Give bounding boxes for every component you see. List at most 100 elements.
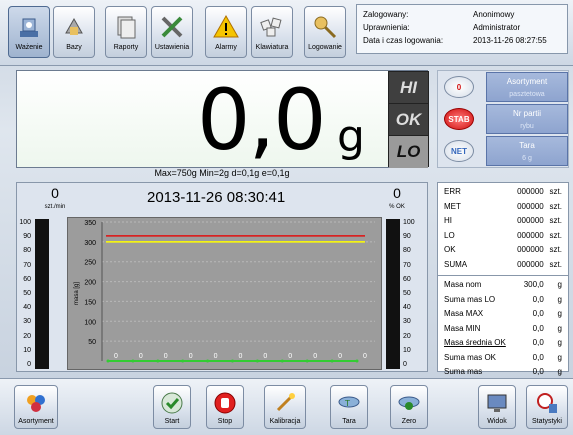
piece-counters: ERR 000000 szt. MET 000000 szt. HI 000000 szt… bbox=[438, 183, 568, 272]
start-check-icon bbox=[161, 392, 183, 414]
view-button[interactable]: Widok bbox=[478, 385, 516, 429]
assortment-select-button[interactable]: Asortyment bbox=[14, 385, 58, 429]
scale-tick-label: 70 bbox=[23, 261, 31, 269]
scale-tick-label: 10 bbox=[403, 346, 411, 354]
toolbar-button-raporty[interactable]: Raporty bbox=[105, 6, 147, 58]
counter-value: 000000 bbox=[517, 230, 544, 240]
counter-label: HI bbox=[444, 216, 452, 225]
bottom-toolbar: Asortyment Start Stop Kalibracja T Tara … bbox=[0, 378, 573, 435]
data-label: 0 bbox=[263, 353, 267, 360]
calibration-button[interactable]: Kalibracja bbox=[264, 385, 306, 429]
y-tick-label: 250 bbox=[84, 260, 96, 267]
indicator-lo: LO bbox=[389, 136, 428, 168]
divider bbox=[438, 275, 568, 276]
toolbar-button-klawiatura[interactable]: Klawiatura bbox=[251, 6, 293, 58]
counter-value: 0,0 bbox=[532, 309, 544, 318]
toolbar-button-wazenie[interactable]: Ważenie bbox=[8, 6, 50, 58]
status-row: STAB Nr partii rybu bbox=[438, 103, 570, 135]
zero-icon bbox=[398, 396, 420, 410]
y-tick-label: 200 bbox=[84, 280, 96, 287]
counter-label: OK bbox=[444, 245, 456, 254]
zero-badge: 0 bbox=[444, 76, 474, 98]
scale-parameters: Max=750g Min=2g d=0,1g e=0,1g bbox=[154, 168, 290, 178]
tare-button[interactable]: Tara 6 g bbox=[486, 136, 568, 166]
data-point bbox=[255, 359, 259, 363]
toolbar-button-logowanie[interactable]: Logowanie bbox=[304, 6, 346, 58]
statistics-button[interactable]: Statystyki bbox=[526, 385, 568, 429]
button-label: Widok bbox=[487, 418, 507, 425]
weight-value: 0,0 bbox=[197, 71, 327, 169]
toolbar-button-bazy[interactable]: Bazy bbox=[53, 6, 95, 58]
toolbar-button-alarmy[interactable]: Alarmy bbox=[205, 6, 247, 58]
scale-tick-label: 10 bbox=[23, 346, 31, 354]
tare-icon: T bbox=[338, 396, 360, 408]
database-icon bbox=[65, 17, 83, 35]
products-icon bbox=[27, 395, 45, 412]
login-key: Zalogowany: bbox=[363, 10, 409, 19]
settings-tools-icon bbox=[161, 16, 183, 38]
data-point bbox=[106, 359, 110, 363]
data-label: 0 bbox=[164, 353, 168, 360]
counter-value: 000000 bbox=[517, 201, 544, 211]
login-key: Data i czas logowania: bbox=[363, 36, 444, 45]
stab-badge: STAB bbox=[444, 108, 474, 130]
top-toolbar: Ważenie Bazy Raporty Ustawienia Alarmy K… bbox=[0, 0, 573, 66]
batch-value: rybu bbox=[520, 123, 534, 130]
counter-label: Suma mas OK bbox=[444, 352, 497, 362]
net-badge: NET bbox=[444, 140, 474, 162]
toolbar-label: Klawiatura bbox=[255, 44, 289, 51]
toolbar-button-ustawienia[interactable]: Ustawienia bbox=[151, 6, 193, 58]
stop-button[interactable]: Stop bbox=[206, 385, 244, 429]
counter-value: 0,0 bbox=[532, 367, 544, 376]
mass-counters: Masa nom 300,0 g Suma mas LO 0,0 g Masa MAX 0… bbox=[438, 278, 568, 380]
counter-unit: szt. bbox=[549, 259, 562, 269]
login-info: Zalogowany: Anonimowy Uprawnienia: Adminis… bbox=[356, 4, 568, 54]
counter-label: LO bbox=[444, 230, 455, 240]
rate-scale: 100 90 80 70 60 50 40 30 20 10 0 bbox=[19, 217, 31, 369]
data-point bbox=[355, 359, 359, 363]
rate-readout: 0 szt./min bbox=[35, 186, 75, 214]
login-key-icon bbox=[314, 16, 337, 39]
indicator-ok: OK bbox=[389, 104, 428, 136]
counter-value-group: 000000 szt. bbox=[517, 185, 562, 200]
scale-tick-label: 80 bbox=[23, 247, 31, 255]
counter-unit: g bbox=[557, 294, 562, 304]
zero-action-button[interactable]: Zero bbox=[390, 385, 428, 429]
data-point bbox=[206, 359, 210, 363]
counter-value-group: 000000 szt. bbox=[517, 243, 562, 258]
rate-value: 0 bbox=[51, 185, 59, 201]
status-panel: 0 Asortyment pasztetowa STAB Nr partii r… bbox=[437, 70, 569, 168]
counter-unit: szt. bbox=[549, 187, 562, 196]
counter-label: Masa średnia OK bbox=[444, 338, 506, 347]
status-row: NET Tara 6 g bbox=[438, 135, 570, 167]
data-point bbox=[131, 359, 135, 363]
counter-value-group: 000000 szt. bbox=[517, 258, 562, 273]
scale-tick-label: 90 bbox=[403, 233, 411, 241]
svg-text:T: T bbox=[344, 399, 350, 408]
data-label: 0 bbox=[139, 353, 143, 360]
weight-chart: 50 100 150 200 250 300 350 masa [g] 0 0 0 0 0 0 0 0 0 0 0 bbox=[67, 217, 382, 370]
counter-row: Masa nom 300,0 g bbox=[438, 278, 568, 293]
weight-unit: g bbox=[337, 111, 365, 162]
keyboard-icon bbox=[260, 17, 282, 37]
start-button[interactable]: Start bbox=[153, 385, 191, 429]
data-label: 0 bbox=[338, 353, 342, 360]
scale-tick-label: 80 bbox=[403, 247, 411, 255]
warning-icon bbox=[213, 14, 239, 38]
button-label: Kalibracja bbox=[269, 418, 301, 425]
scale-tick-label: 20 bbox=[403, 332, 411, 340]
assortment-button[interactable]: Asortyment pasztetowa bbox=[486, 72, 568, 102]
counter-label: MET bbox=[444, 201, 461, 211]
scale-tick-label: 60 bbox=[403, 275, 411, 283]
toolbar-label: Raporty bbox=[113, 44, 139, 51]
tare-action-button[interactable]: T Tara bbox=[330, 385, 368, 429]
button-label: Asortyment bbox=[18, 418, 54, 425]
ok-percent-scale: 100 90 80 70 60 50 40 30 20 10 0 bbox=[403, 217, 415, 369]
graph-panel: 0 szt./min 2013-11-26 08:30:41 0 % OK 10… bbox=[16, 182, 428, 372]
status-row: 0 Asortyment pasztetowa bbox=[438, 71, 570, 103]
rate-bar bbox=[35, 219, 49, 369]
toolbar-label: Ustawienia bbox=[154, 44, 190, 51]
counter-row: HI 000000 szt. bbox=[438, 214, 568, 229]
batch-number-button[interactable]: Nr partii rybu bbox=[486, 104, 568, 134]
button-label: Statystyki bbox=[532, 418, 562, 425]
